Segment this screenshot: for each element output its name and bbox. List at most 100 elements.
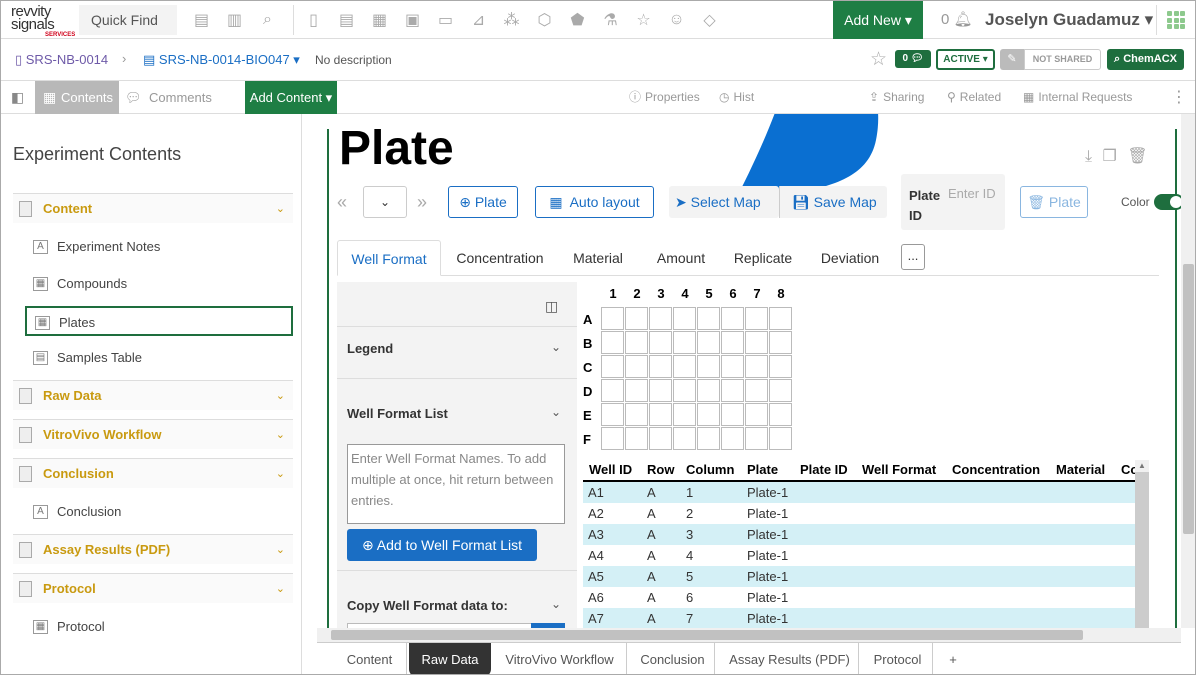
properties-button[interactable]: ⓘ Properties bbox=[629, 81, 700, 114]
plate-well-A2[interactable] bbox=[625, 307, 648, 330]
auto-layout-button[interactable]: ▦ Auto layout bbox=[535, 186, 654, 218]
plate-well-D3[interactable] bbox=[649, 379, 672, 402]
status-badge[interactable]: ACTIVE ▾ bbox=[936, 49, 995, 70]
quick-find-input[interactable]: Quick Find bbox=[79, 5, 177, 35]
table-header[interactable]: Plate ID bbox=[800, 460, 848, 480]
document-icon[interactable]: ▤ bbox=[330, 10, 363, 30]
sidebar-category-0[interactable]: Content ⌄ bbox=[13, 193, 293, 223]
select-map-button[interactable]: ➤ Select Map bbox=[669, 186, 779, 218]
plate-well-C2[interactable] bbox=[625, 355, 648, 378]
more-vertical-icon[interactable]: ⋮ bbox=[1171, 81, 1187, 114]
table-row[interactable]: A2 A 2 Plate-1 bbox=[583, 503, 1135, 524]
plate-well-B6[interactable] bbox=[721, 331, 744, 354]
chevron-down-icon[interactable]: ⌄ bbox=[276, 381, 285, 411]
bottom-tab-1[interactable]: Raw Data bbox=[409, 643, 491, 674]
sidebar-category-7[interactable]: Conclusion ⌄ bbox=[13, 458, 293, 488]
plate-well-E2[interactable] bbox=[625, 403, 648, 426]
breadcrumb-notebook[interactable]: ▯ SRS-NB-0014 bbox=[15, 52, 108, 68]
well-format-list-header[interactable]: Well Format List bbox=[347, 406, 448, 421]
plate-select-dropdown[interactable]: ⌄ bbox=[363, 186, 407, 218]
plate-well-C5[interactable] bbox=[697, 355, 720, 378]
plate-well-C1[interactable] bbox=[601, 355, 624, 378]
plate-well-E6[interactable] bbox=[721, 403, 744, 426]
next-plate-icon[interactable]: » bbox=[417, 186, 427, 218]
collapse-panel-icon[interactable]: ◫ bbox=[545, 298, 558, 315]
related-button[interactable]: ⚲ Related bbox=[947, 81, 1001, 114]
legend-section-header[interactable]: Legend bbox=[347, 341, 393, 356]
table-row[interactable]: A4 A 4 Plate-1 bbox=[583, 545, 1135, 566]
plate-well-B7[interactable] bbox=[745, 331, 768, 354]
plate-well-C8[interactable] bbox=[769, 355, 792, 378]
plate-well-F4[interactable] bbox=[673, 427, 696, 450]
revvity-logo[interactable]: revvity signals SERVICES bbox=[11, 4, 75, 38]
plate-well-C3[interactable] bbox=[649, 355, 672, 378]
plate-well-D5[interactable] bbox=[697, 379, 720, 402]
apps-grid-icon[interactable] bbox=[1167, 11, 1185, 29]
table-row[interactable]: A3 A 3 Plate-1 bbox=[583, 524, 1135, 545]
plate-well-D7[interactable] bbox=[745, 379, 768, 402]
plate-well-E5[interactable] bbox=[697, 403, 720, 426]
table-header[interactable]: Material bbox=[1056, 460, 1105, 480]
plate-well-B4[interactable] bbox=[673, 331, 696, 354]
plate-well-A8[interactable] bbox=[769, 307, 792, 330]
plate-well-A1[interactable] bbox=[601, 307, 624, 330]
chart-icon[interactable]: ▥ bbox=[218, 10, 251, 30]
scroll-up-icon[interactable]: ▲ bbox=[1135, 460, 1149, 472]
table-vertical-scrollbar[interactable] bbox=[1135, 460, 1149, 628]
table-row[interactable]: A5 A 5 Plate-1 bbox=[583, 566, 1135, 587]
factory-icon[interactable]: ⊿ bbox=[462, 10, 495, 30]
table-header[interactable]: Row bbox=[647, 460, 674, 480]
save-map-button[interactable]: 💾︎ Save Map bbox=[779, 186, 887, 218]
horizontal-scrollbar-thumb[interactable] bbox=[331, 630, 1083, 640]
table-row[interactable]: A1 A 1 Plate-1 bbox=[583, 482, 1135, 503]
breadcrumb-experiment[interactable]: ▤ SRS-NB-0014-BIO047 ▾ bbox=[143, 52, 300, 68]
tab-5[interactable]: Deviation bbox=[811, 240, 889, 276]
sidebar-item-8[interactable]: A Conclusion bbox=[13, 497, 293, 527]
plate-well-B8[interactable] bbox=[769, 331, 792, 354]
well-format-names-textarea[interactable]: Enter Well Format Names. To add multiple… bbox=[347, 444, 565, 524]
flask-icon[interactable]: ⚗ bbox=[594, 10, 627, 30]
plate-well-B3[interactable] bbox=[649, 331, 672, 354]
notification-bell[interactable]: 0 🔔︎ bbox=[941, 1, 973, 39]
list-icon[interactable]: ▤ bbox=[185, 10, 218, 30]
plate-well-A3[interactable] bbox=[649, 307, 672, 330]
plate-well-A4[interactable] bbox=[673, 307, 696, 330]
plate-well-E1[interactable] bbox=[601, 403, 624, 426]
user-menu[interactable]: Joselyn Guadamuz ▾ bbox=[985, 1, 1153, 39]
bottom-tab-3[interactable]: Conclusion bbox=[631, 643, 715, 674]
sidebar-category-5[interactable]: Raw Data ⌄ bbox=[13, 380, 293, 410]
plate-well-E4[interactable] bbox=[673, 403, 696, 426]
plate-well-D8[interactable] bbox=[769, 379, 792, 402]
hexagon-icon[interactable]: ⬡ bbox=[528, 10, 561, 30]
horizontal-scrollbar[interactable] bbox=[317, 628, 1181, 642]
plate-id-input[interactable]: Enter ID bbox=[948, 186, 996, 201]
shield-icon[interactable]: ⬟ bbox=[561, 10, 594, 30]
bottom-tab-2[interactable]: VitroVivo Workflow bbox=[493, 643, 627, 674]
tab-2[interactable]: Material bbox=[561, 240, 635, 276]
sidebar-category-6[interactable]: VitroVivo Workflow ⌄ bbox=[13, 419, 293, 449]
plate-well-F8[interactable] bbox=[769, 427, 792, 450]
calendar-icon[interactable]: ▦ bbox=[363, 10, 396, 30]
tab-3[interactable]: Amount bbox=[643, 240, 719, 276]
star-icon[interactable]: ☆ bbox=[627, 10, 660, 30]
add-content-button[interactable]: Add Content ▾ bbox=[245, 81, 337, 114]
more-tabs-button[interactable]: ... bbox=[901, 244, 925, 270]
chevron-down-icon[interactable]: ⌄ bbox=[551, 340, 561, 354]
cube-icon[interactable]: ◇ bbox=[693, 10, 726, 30]
sidebar-category-9[interactable]: Assay Results (PDF) ⌄ bbox=[13, 534, 293, 564]
plate-well-E8[interactable] bbox=[769, 403, 792, 426]
add-new-button[interactable]: Add New ▾ bbox=[833, 1, 923, 39]
plate-well-C7[interactable] bbox=[745, 355, 768, 378]
copy-well-format-header[interactable]: Copy Well Format data to: bbox=[347, 598, 508, 613]
previous-plate-icon[interactable]: « bbox=[337, 186, 347, 218]
chemacx-button[interactable]: ⌕ ChemACX bbox=[1107, 49, 1184, 70]
favorite-star-icon[interactable]: ☆ bbox=[870, 48, 887, 71]
table-header[interactable]: Well ID bbox=[589, 460, 632, 480]
chevron-down-icon[interactable]: ⌄ bbox=[276, 535, 285, 565]
chevron-down-icon[interactable]: ⌄ bbox=[551, 405, 561, 419]
sidebar-item-3[interactable]: ▦ Plates bbox=[25, 306, 293, 336]
table-header[interactable]: Plate bbox=[747, 460, 778, 480]
table-header[interactable]: Co bbox=[1121, 460, 1135, 480]
plate-well-F5[interactable] bbox=[697, 427, 720, 450]
page-vertical-scrollbar[interactable] bbox=[1181, 114, 1195, 628]
